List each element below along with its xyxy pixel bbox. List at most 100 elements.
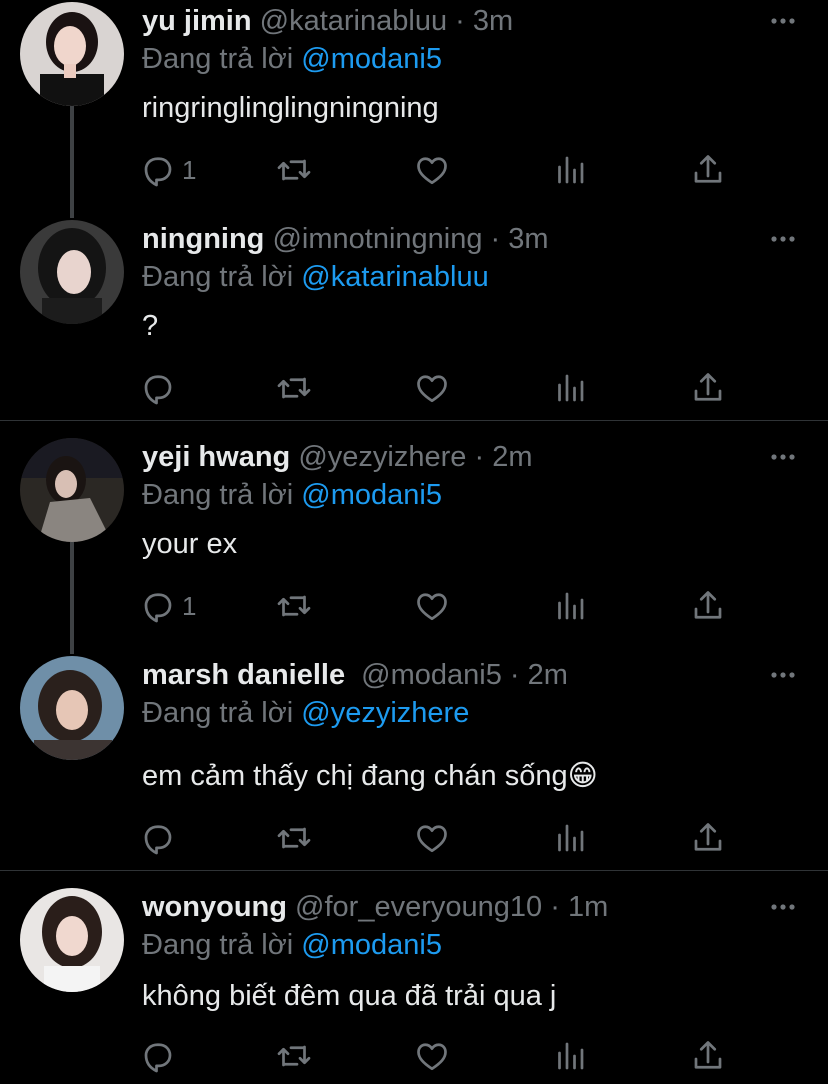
views-button[interactable] [552, 368, 588, 408]
views-icon [558, 374, 584, 402]
replying-to: Đang trả lời @modani5 [142, 478, 442, 512]
author-name[interactable]: marsh danielle [142, 659, 345, 691]
divider [0, 420, 828, 421]
retweet-button[interactable] [275, 368, 313, 408]
more-options-icon[interactable] [768, 6, 798, 36]
reply-to-mention[interactable]: @modani5 [301, 479, 442, 511]
retweet-icon [277, 377, 311, 399]
reply-to-mention[interactable]: @yezyizhere [301, 697, 469, 729]
reply-button[interactable] [140, 818, 182, 858]
timestamp[interactable]: 2m [492, 441, 532, 473]
like-icon [417, 375, 447, 403]
timestamp[interactable]: 3m [473, 5, 513, 37]
author-handle[interactable]: @for_everyoung10 [295, 891, 542, 923]
tweet-text: ringringlinglingningning [142, 92, 439, 124]
share-button[interactable] [690, 818, 726, 858]
replying-label: Đang trả lời [142, 929, 294, 961]
tweet-yu-jimin[interactable]: yu jimin @katarinabluu · 3m Đang trả lời… [0, 0, 828, 218]
timestamp[interactable]: 2m [528, 659, 568, 691]
tweet-text: không biết đêm qua đã trải qua j [142, 980, 557, 1012]
more-options-icon[interactable] [768, 892, 798, 922]
tweet-ningning[interactable]: ningning @imnotningning · 3m Đang trả lờ… [0, 218, 828, 420]
replying-label: Đang trả lời [142, 261, 294, 293]
author-handle[interactable]: @katarinabluu [260, 5, 447, 37]
reply-button[interactable]: 1 [140, 150, 196, 190]
share-button[interactable] [690, 368, 726, 408]
author-name[interactable]: ningning [142, 223, 264, 255]
like-button[interactable] [414, 1036, 450, 1076]
action-bar: 1 [140, 150, 740, 190]
reply-icon [144, 1043, 172, 1073]
retweet-button[interactable] [275, 586, 313, 626]
action-bar [140, 1036, 740, 1076]
reply-icon [144, 825, 172, 855]
separator-dot: · [474, 441, 485, 473]
like-icon [417, 593, 447, 621]
reply-count: 1 [182, 590, 197, 621]
thread-line [70, 540, 74, 654]
share-icon [694, 591, 722, 619]
views-icon [558, 592, 584, 620]
share-icon [694, 373, 722, 401]
tweet-marsh-danielle[interactable]: marsh danielle @modani5 · 2m Đang trả lờ… [0, 654, 828, 870]
more-options-icon[interactable] [768, 442, 798, 472]
avatar[interactable] [20, 656, 124, 760]
retweet-icon [277, 827, 311, 849]
retweet-icon [277, 595, 311, 617]
replying-label: Đang trả lời [142, 43, 294, 75]
tweet-header: yeji hwang @yezyizhere · 2m [142, 440, 532, 474]
author-name[interactable]: wonyoung [142, 891, 287, 923]
author-handle[interactable]: @yezyizhere [298, 441, 466, 473]
replying-to: Đang trả lời @modani5 [142, 42, 442, 76]
avatar[interactable] [20, 2, 124, 106]
timestamp[interactable]: 3m [508, 223, 548, 255]
like-button[interactable] [414, 150, 450, 190]
tweet-header: yu jimin @katarinabluu · 3m [142, 4, 513, 38]
avatar[interactable] [20, 438, 124, 542]
tweet-header: ningning @imnotningning · 3m [142, 222, 549, 256]
reply-to-mention[interactable]: @modani5 [301, 929, 442, 961]
views-button[interactable] [552, 818, 588, 858]
author-handle[interactable]: @imnotningning [272, 223, 482, 255]
reply-button[interactable] [140, 368, 182, 408]
tweet-wonyoung[interactable]: wonyoung @for_everyoung10 · 1m Đang trả … [0, 886, 828, 1084]
reply-count: 1 [182, 154, 197, 185]
like-button[interactable] [414, 818, 450, 858]
views-button[interactable] [552, 1036, 588, 1076]
author-name[interactable]: yeji hwang [142, 441, 290, 473]
separator-dot: · [509, 659, 520, 691]
reply-button[interactable]: 1 [140, 586, 196, 626]
tweet-text: em cảm thấy chị đang chán sống😁 [142, 760, 598, 792]
reply-to-mention[interactable]: @modani5 [301, 43, 442, 75]
tweet-header: marsh danielle @modani5 · 2m [142, 658, 568, 692]
more-options-icon[interactable] [768, 224, 798, 254]
share-button[interactable] [690, 150, 726, 190]
author-name[interactable]: yu jimin [142, 5, 252, 37]
views-button[interactable] [552, 150, 588, 190]
views-icon [558, 1042, 584, 1070]
views-icon [558, 824, 584, 852]
tweet-yeji-hwang[interactable]: yeji hwang @yezyizhere · 2m Đang trả lời… [0, 436, 828, 654]
action-bar [140, 818, 740, 858]
reply-icon [144, 157, 172, 187]
views-button[interactable] [552, 586, 588, 626]
like-button[interactable] [414, 368, 450, 408]
replying-to: Đang trả lời @yezyizhere [142, 696, 469, 730]
retweet-button[interactable] [275, 1036, 313, 1076]
retweet-button[interactable] [275, 818, 313, 858]
more-options-icon[interactable] [768, 660, 798, 690]
avatar[interactable] [20, 888, 124, 992]
avatar[interactable] [20, 220, 124, 324]
share-button[interactable] [690, 586, 726, 626]
replying-label: Đang trả lời [142, 479, 294, 511]
reply-to-mention[interactable]: @katarinabluu [301, 261, 488, 293]
share-button[interactable] [690, 1036, 726, 1076]
divider [0, 870, 828, 871]
timestamp[interactable]: 1m [568, 891, 608, 923]
retweet-button[interactable] [275, 150, 313, 190]
author-handle[interactable]: @modani5 [361, 659, 502, 691]
like-button[interactable] [414, 586, 450, 626]
share-icon [694, 1041, 722, 1069]
reply-button[interactable] [140, 1036, 182, 1076]
separator-dot: · [490, 223, 501, 255]
